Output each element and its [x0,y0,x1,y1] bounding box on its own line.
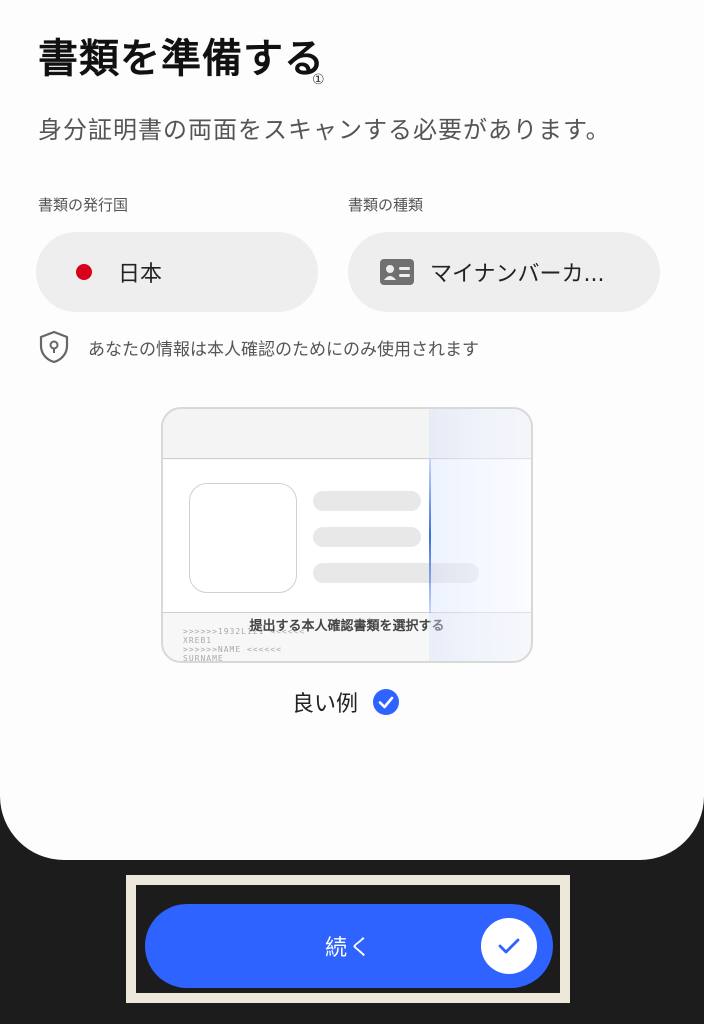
check-icon [498,938,520,954]
document-sheet: 書類を準備する ① 身分証明書の両面をスキャンする必要があります。 書類の発行国… [0,0,704,860]
shield-lock-icon [39,330,69,364]
id-card-icon [380,259,414,285]
continue-check-circle [481,918,537,974]
card-text-line [313,527,421,547]
mrz-line: XREB1 [183,636,213,645]
page-subtitle: 身分証明書の両面をスキャンする必要があります。 [38,116,611,144]
good-example-label: 良い例 [292,692,359,717]
continue-button[interactable]: 続く [145,904,553,988]
scan-highlight [429,409,531,661]
privacy-text: あなたの情報は本人確認のためにのみ使用されます [88,339,479,360]
page-title: 書類を準備する [38,36,325,82]
doctype-value: マイナンバーカ... [430,262,605,287]
id-card-example: >>>>>>1932L121 <<<<<< XREB1 >>>>>>NAME <… [161,407,533,663]
doctype-label: 書類の種類 [348,196,424,214]
continue-button-label: 続く [324,936,373,961]
scan-line [429,459,431,613]
country-selector[interactable]: 日本 [36,232,318,312]
country-label: 書類の発行国 [38,196,129,214]
japan-flag-icon [76,264,92,280]
card-photo-placeholder [189,483,297,593]
mrz-line: >>>>>>NAME <<<<<< [183,645,282,654]
mrz-line: SURNAME [183,654,224,663]
title-mark: ① [312,72,325,88]
doctype-selector[interactable]: マイナンバーカ... [348,232,660,312]
card-text-line [313,491,421,511]
check-badge-icon [373,689,400,715]
privacy-note: あなたの情報は本人確認のためにのみ使用されます [38,330,479,364]
country-value: 日本 [118,262,163,287]
good-example: 良い例 [292,686,400,718]
